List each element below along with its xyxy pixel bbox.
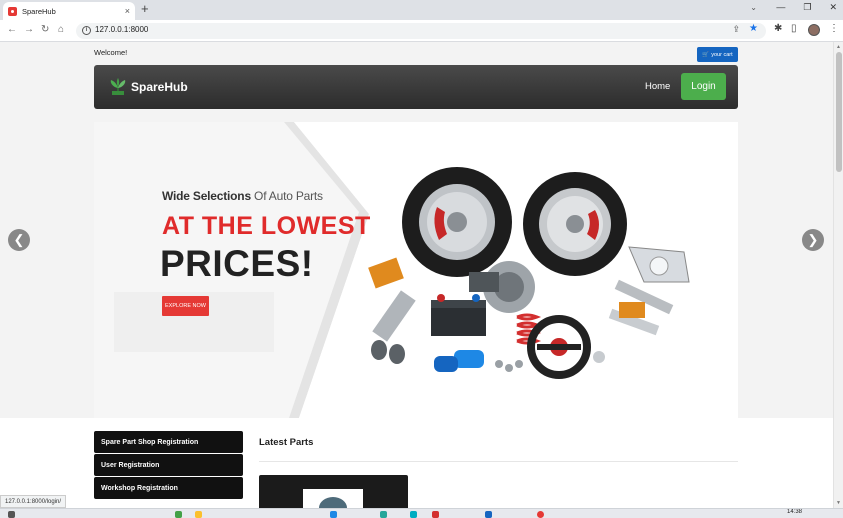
start-icon[interactable] bbox=[8, 511, 15, 518]
login-button[interactable]: Login bbox=[681, 73, 726, 100]
hero-subtitle: Wide Selections Of Auto Parts bbox=[162, 189, 323, 203]
explore-now-button[interactable]: EXPLORE NOW bbox=[162, 296, 209, 316]
taskbar-app-icon[interactable] bbox=[432, 511, 439, 518]
tab-title: SpareHub bbox=[22, 6, 56, 16]
url-text[interactable]: 127.0.0.1:8000 bbox=[95, 25, 148, 34]
back-icon[interactable]: ← bbox=[7, 24, 17, 35]
taskbar-app-icon[interactable] bbox=[410, 511, 417, 518]
favicon-icon bbox=[8, 6, 17, 16]
info-icon[interactable]: i bbox=[82, 26, 91, 35]
os-taskbar: 14:38 bbox=[0, 508, 843, 518]
side-panel-icon[interactable]: ▯ bbox=[791, 23, 797, 34]
menu-item-shop-registration[interactable]: Spare Part Shop Registration bbox=[94, 431, 243, 453]
status-bar-url: 127.0.0.1:8000/login/ bbox=[0, 495, 67, 508]
welcome-text: Welcome! bbox=[94, 48, 128, 57]
extensions-icon[interactable]: ✱ bbox=[774, 23, 782, 34]
auto-parts-image bbox=[368, 167, 690, 379]
forward-icon[interactable]: → bbox=[24, 24, 34, 35]
latest-parts-heading: Latest Parts bbox=[259, 437, 314, 448]
scroll-thumb[interactable] bbox=[836, 52, 842, 172]
cart-button[interactable]: 🛒 your cart bbox=[697, 47, 738, 62]
address-bar[interactable]: i 127.0.0.1:8000 ⇪ ★ bbox=[76, 23, 766, 39]
registration-menu: Spare Part Shop Registration User Regist… bbox=[94, 431, 243, 500]
hero-headline-line2: PRICES! bbox=[160, 243, 314, 284]
hero-carousel: Wide Selections Of Auto Parts AT THE LOW… bbox=[94, 122, 738, 418]
cart-label: your cart bbox=[711, 51, 733, 58]
tab-search-icon[interactable]: ⌄ bbox=[750, 3, 757, 12]
cart-icon: 🛒 bbox=[702, 51, 710, 58]
part-card[interactable] bbox=[259, 475, 408, 508]
carousel-prev-button[interactable]: ❮ bbox=[8, 229, 30, 251]
taskbar-app-icon[interactable] bbox=[380, 511, 387, 518]
minimize-button[interactable]: — bbox=[776, 2, 785, 13]
hero-headline-line1: AT THE LOWEST bbox=[162, 212, 371, 240]
brand-name[interactable]: SpareHub bbox=[131, 80, 188, 94]
carousel-next-button[interactable]: ❯ bbox=[802, 229, 824, 251]
menu-icon[interactable]: ⋮ bbox=[829, 23, 839, 34]
close-window-button[interactable]: ✕ bbox=[829, 2, 837, 13]
taskbar-app-icon[interactable] bbox=[330, 511, 337, 518]
reload-icon[interactable]: ↻ bbox=[41, 24, 49, 35]
browser-tabbar: SpareHub × + ⌄ — ❐ ✕ bbox=[0, 0, 843, 20]
scroll-down-arrow-icon[interactable]: ▼ bbox=[836, 500, 841, 506]
site-navbar: SpareHub Home Login bbox=[94, 65, 738, 109]
taskbar-chrome-icon[interactable] bbox=[537, 511, 544, 518]
nav-home-link[interactable]: Home bbox=[645, 81, 670, 92]
home-icon[interactable]: ⌂ bbox=[58, 24, 64, 35]
divider bbox=[259, 461, 738, 462]
scroll-up-arrow-icon[interactable]: ▲ bbox=[836, 44, 841, 50]
taskbar-app-icon[interactable] bbox=[195, 511, 202, 518]
page-content: Welcome! 🛒 your cart SpareHub Home Login bbox=[0, 42, 833, 508]
page-scrollbar[interactable]: ▲ ▼ bbox=[833, 42, 843, 508]
menu-item-workshop-registration[interactable]: Workshop Registration bbox=[94, 477, 243, 499]
browser-tab[interactable]: SpareHub × bbox=[3, 2, 135, 20]
tab-close-icon[interactable]: × bbox=[125, 6, 130, 16]
clock-time: 14:38 bbox=[787, 509, 803, 515]
star-icon[interactable]: ★ bbox=[749, 23, 758, 34]
maximize-button[interactable]: ❐ bbox=[803, 2, 811, 13]
page-viewport: Welcome! 🛒 your cart SpareHub Home Login bbox=[0, 42, 833, 508]
share-icon[interactable]: ⇪ bbox=[732, 24, 740, 35]
browser-toolbar: ← → ↻ ⌂ i 127.0.0.1:8000 ⇪ ★ ✱ ▯ ⋮ bbox=[0, 20, 843, 42]
menu-item-user-registration[interactable]: User Registration bbox=[94, 454, 243, 476]
profile-avatar[interactable] bbox=[808, 24, 820, 36]
taskbar-app-icon[interactable] bbox=[485, 511, 492, 518]
brand-leaf-icon bbox=[110, 78, 126, 95]
new-tab-button[interactable]: + bbox=[141, 1, 149, 16]
part-image bbox=[303, 489, 363, 508]
taskbar-app-icon[interactable] bbox=[175, 511, 182, 518]
